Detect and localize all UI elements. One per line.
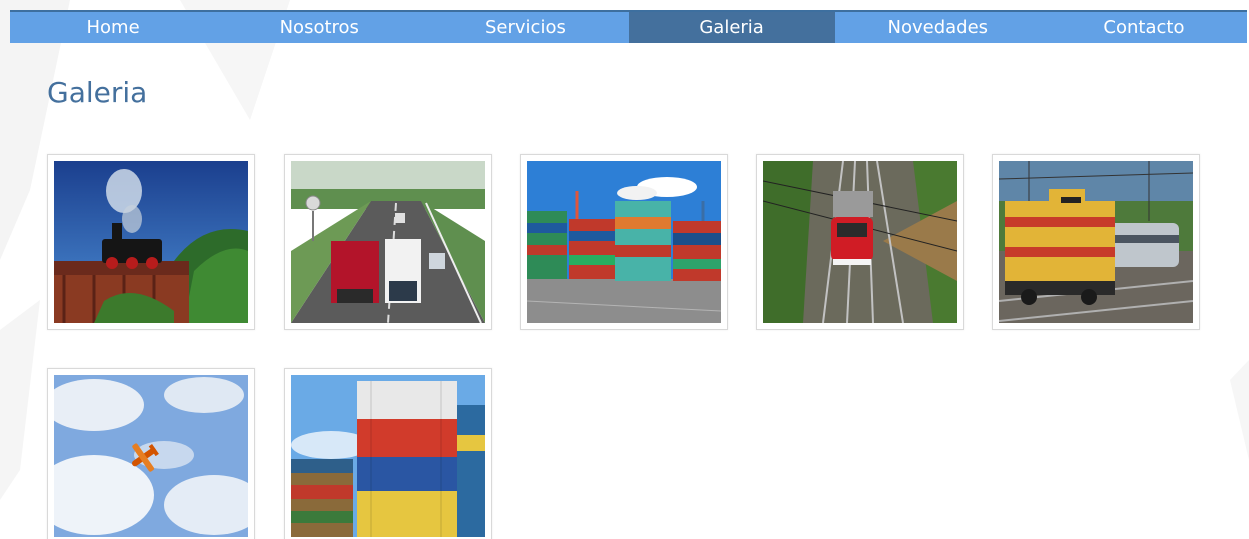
stacked-containers-image [291, 375, 485, 537]
gallery-thumb-7[interactable] [284, 368, 492, 539]
gallery-thumb-2[interactable] [284, 154, 492, 330]
gallery-thumb-6[interactable] [47, 368, 255, 539]
nav-item-contacto[interactable]: Contacto [1041, 12, 1247, 43]
airplane-in-sky-image [54, 375, 248, 537]
container-port-image [527, 161, 721, 323]
nav-item-servicios[interactable]: Servicios [422, 12, 628, 43]
gallery-thumb-5[interactable] [992, 154, 1200, 330]
nav-item-galeria[interactable]: Galeria [628, 12, 835, 43]
nav-item-home[interactable]: Home [10, 12, 216, 43]
red-train-on-rails-image [763, 161, 957, 323]
page-title: Galeria [47, 76, 148, 109]
yellow-locomotive-image [999, 161, 1193, 323]
nav-item-novedades[interactable]: Novedades [835, 12, 1041, 43]
gallery-thumb-4[interactable] [756, 154, 964, 330]
gallery-thumb-1[interactable] [47, 154, 255, 330]
nav-item-nosotros[interactable]: Nosotros [216, 12, 422, 43]
gallery-thumb-3[interactable] [520, 154, 728, 330]
steam-train-on-bridge-image [54, 161, 248, 323]
main-navbar: Home Nosotros Servicios Galeria Novedade… [10, 10, 1247, 43]
trucks-on-highway-image [291, 161, 485, 323]
